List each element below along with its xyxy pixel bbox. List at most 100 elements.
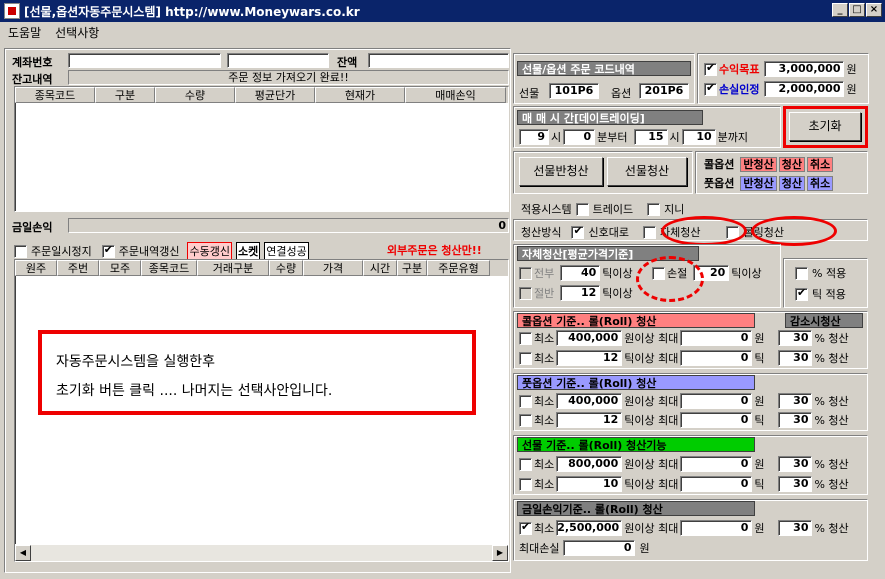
refresh-checkbox[interactable] <box>101 243 115 258</box>
col-qty2: 수량 <box>269 260 303 276</box>
put-roll-2-pct-label: % 청산 <box>814 414 849 427</box>
futures-code[interactable]: 101P6 <box>549 83 599 99</box>
jinni-checkbox[interactable] <box>647 202 661 216</box>
holdings-table[interactable]: 종목코드 구분 수량 평균단가 현재가 매매손익 <box>14 86 509 212</box>
scroll-left-icon[interactable]: ◀ <box>15 545 31 561</box>
put-roll-2-max[interactable]: 0 <box>680 412 753 428</box>
put-roll-2-checkbox[interactable] <box>519 413 532 427</box>
futures-roll-1-checkbox[interactable] <box>519 457 532 471</box>
pl-roll-1-min: 최소 <box>534 522 555 535</box>
end-hour-unit: 시 <box>669 131 680 144</box>
apply-system-row: 적용시스템 트레이드 지니 <box>521 201 684 217</box>
call-roll-1-checkbox[interactable] <box>519 331 532 345</box>
pl-roll-1-value[interactable]: 2,500,000 <box>556 520 623 536</box>
menu-help[interactable]: 도움말 <box>8 24 41 41</box>
end-min[interactable]: 10 <box>681 129 716 145</box>
col-parent-no: 모주 <box>99 260 141 276</box>
start-min[interactable]: 0 <box>563 129 596 145</box>
maximize-button[interactable]: □ <box>849 3 865 17</box>
call-roll-2-pct[interactable]: 30 <box>778 350 813 366</box>
loss-value[interactable]: 2,000,000 <box>764 81 845 97</box>
put-roll-1-max[interactable]: 0 <box>680 393 753 409</box>
options-label: 옵션 <box>611 87 632 100</box>
reset-button[interactable]: 초기화 <box>789 112 861 141</box>
pl-roll-1-pct[interactable]: 30 <box>778 520 813 536</box>
call-half-clear-button[interactable]: 반청산 <box>740 156 777 172</box>
tick-apply-row: 틱 적용 <box>795 286 846 302</box>
futures-roll-2-unit: 틱이상 최대 <box>624 478 679 491</box>
manual-refresh-button[interactable]: 수동갱신 <box>187 242 232 260</box>
futures-roll-2-value[interactable]: 10 <box>556 476 623 492</box>
futures-roll-2-min: 최소 <box>534 478 555 491</box>
futures-roll-2-pct[interactable]: 30 <box>778 476 813 492</box>
futures-clear-button[interactable]: 선물청산 <box>607 157 687 186</box>
account-input-1[interactable] <box>68 53 221 68</box>
put-label: 풋옵션 <box>704 177 735 190</box>
all-unit: 틱이상 <box>602 267 633 280</box>
futures-roll-2-max[interactable]: 0 <box>680 476 753 492</box>
half-value[interactable]: 12 <box>560 285 601 301</box>
tick-apply-checkbox[interactable] <box>795 286 808 301</box>
call-roll-2-max[interactable]: 0 <box>680 350 753 366</box>
put-roll-1-pct[interactable]: 30 <box>778 393 813 409</box>
put-roll-2-unit: 틱이상 최대 <box>624 414 679 427</box>
signal-checkbox[interactable] <box>571 224 585 239</box>
call-roll-1-unit: 원이상 최대 <box>624 332 679 345</box>
put-roll-2-value[interactable]: 12 <box>556 412 623 428</box>
call-roll-2-value[interactable]: 12 <box>556 350 623 366</box>
scroll-right-icon[interactable]: ▶ <box>492 545 508 561</box>
put-roll-1-min: 최소 <box>534 395 555 408</box>
tick-apply-label: 틱 적용 <box>812 288 846 301</box>
put-clear-button[interactable]: 청산 <box>778 175 805 191</box>
end-hour[interactable]: 15 <box>633 129 668 145</box>
put-half-clear-button[interactable]: 반청산 <box>740 175 777 191</box>
pct-apply-row: % 적용 <box>795 265 846 281</box>
call-roll-1-max[interactable]: 0 <box>680 330 753 346</box>
loss-unit: 원 <box>846 83 857 96</box>
all-value[interactable]: 40 <box>560 265 601 281</box>
half-checkbox[interactable] <box>519 286 532 300</box>
pct-apply-checkbox[interactable] <box>795 266 808 280</box>
profit-value[interactable]: 3,000,000 <box>764 61 845 77</box>
options-code[interactable]: 201P6 <box>639 83 689 99</box>
close-button[interactable]: × <box>866 3 882 17</box>
minimize-button[interactable]: _ <box>832 3 848 17</box>
start-hour[interactable]: 9 <box>519 129 549 145</box>
max-loss-value[interactable]: 0 <box>563 540 636 556</box>
put-roll-1-checkbox[interactable] <box>519 394 532 408</box>
menu-options[interactable]: 선택사항 <box>55 24 99 41</box>
max-loss-unit: 원 <box>639 542 650 555</box>
call-roll-1-pct[interactable]: 30 <box>778 330 813 346</box>
trade-checkbox[interactable] <box>575 202 589 216</box>
call-roll-1-value[interactable]: 400,000 <box>556 330 623 346</box>
put-roll-1-value[interactable]: 400,000 <box>556 393 623 409</box>
futures-roll-1-value[interactable]: 800,000 <box>556 456 623 472</box>
loss-checkbox[interactable] <box>704 81 717 96</box>
balance-input[interactable] <box>368 53 509 68</box>
signal-label: 신호대로 <box>588 226 629 239</box>
pct-apply-label: % 적용 <box>812 267 847 280</box>
put-roll-2-pct[interactable]: 30 <box>778 412 813 428</box>
pl-roll-1-checkbox[interactable] <box>519 520 532 535</box>
all-checkbox[interactable] <box>519 266 532 280</box>
col-main-no: 주번 <box>57 260 99 276</box>
col-code2: 종목코드 <box>141 260 197 276</box>
call-roll-2-checkbox[interactable] <box>519 351 532 365</box>
h-scrollbar[interactable]: ◀ ▶ <box>15 544 508 561</box>
futures-roll-1-max[interactable]: 0 <box>680 456 753 472</box>
call-roll-row-1: 최소 400,000 원이상 최대 0 원 30 % 청산 <box>519 330 849 346</box>
futures-roll-2-checkbox[interactable] <box>519 477 532 491</box>
futures-half-clear-button[interactable]: 선물반청산 <box>519 157 603 186</box>
pause-checkbox[interactable] <box>14 244 27 258</box>
put-cancel-button[interactable]: 취소 <box>807 175 834 191</box>
futures-roll-1-pct[interactable]: 30 <box>778 456 813 472</box>
all-label: 전부 <box>534 267 555 280</box>
profit-checkbox[interactable] <box>704 61 717 76</box>
self-clear-checkbox[interactable] <box>642 225 656 239</box>
pl-roll-1-max[interactable]: 0 <box>680 520 753 536</box>
loss-label: 손실인정 <box>719 83 760 96</box>
account-input-2[interactable] <box>227 53 329 68</box>
call-cancel-button[interactable]: 취소 <box>807 156 834 172</box>
col-kind: 구분 <box>397 260 427 276</box>
call-clear-button[interactable]: 청산 <box>778 156 805 172</box>
